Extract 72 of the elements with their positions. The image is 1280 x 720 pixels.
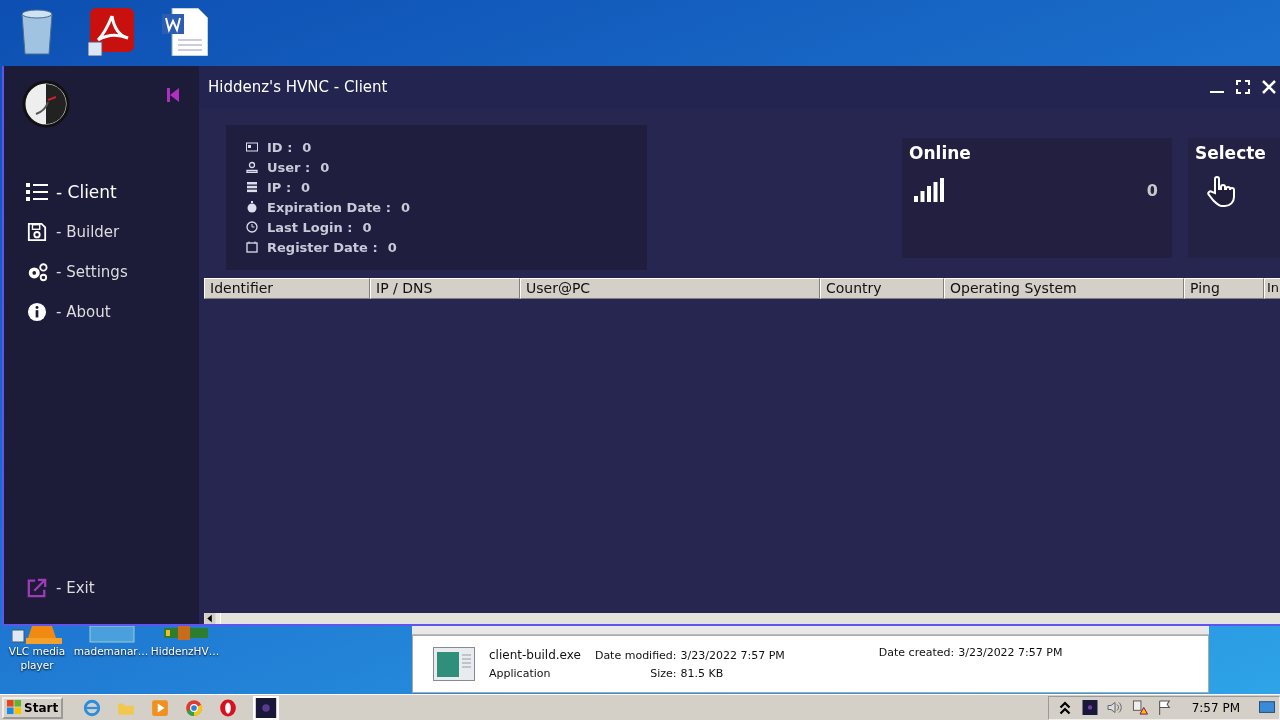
info-label: IP :: [267, 179, 292, 195]
info-value: 0: [362, 219, 372, 235]
desktop-icon-label[interactable]: HiddenzHV…: [150, 644, 220, 658]
sidebar-item[interactable]: - About: [4, 292, 199, 332]
info-icon: [26, 302, 48, 322]
column-header[interactable]: Identifier: [204, 278, 370, 299]
info-value: 0: [387, 239, 397, 255]
app-window-icon[interactable]: [253, 695, 280, 720]
clock[interactable]: 7:57 PM: [1191, 700, 1240, 715]
signal-bars-icon: [914, 178, 944, 202]
detail-value: 3/23/2022 7:57 PM: [680, 648, 785, 662]
start-button[interactable]: Start: [2, 696, 64, 719]
clock-icon: [246, 221, 258, 233]
column-header[interactable]: User@PC: [520, 278, 820, 299]
column-header[interactable]: Ping: [1184, 278, 1264, 299]
sidebar-item[interactable]: - Settings: [4, 252, 199, 292]
info-label: Expiration Date :: [267, 199, 391, 215]
info-label: User :: [267, 159, 311, 175]
info-label: Register Date :: [267, 239, 378, 255]
list-icon: [26, 182, 48, 202]
speaker-icon[interactable]: [1106, 700, 1123, 715]
detail-label: Size:: [649, 666, 677, 680]
card-title: Selecte: [1195, 143, 1267, 163]
chrome-icon[interactable]: [185, 698, 204, 717]
info-value: 0: [320, 159, 330, 175]
id-card-icon: [246, 141, 258, 153]
windows-logo-icon: [7, 700, 22, 715]
sidebar-item[interactable]: - Client: [4, 172, 199, 212]
card-title: Online: [909, 143, 972, 163]
flag-icon[interactable]: [1156, 700, 1173, 715]
info-label: ID :: [267, 139, 293, 155]
info-value: 0: [400, 199, 410, 215]
calendar-icon: [246, 241, 258, 253]
maximize-icon[interactable]: [1236, 80, 1250, 94]
user-icon: [246, 161, 258, 173]
detail-label: Date created:: [878, 646, 955, 659]
info-label: Last Login :: [267, 219, 353, 235]
column-header[interactable]: IP / DNS: [370, 278, 520, 299]
network-warning-icon[interactable]: [1131, 700, 1148, 715]
info-value: 0: [301, 179, 311, 195]
application-icon: [433, 647, 475, 681]
file-name: client-build.exe: [489, 648, 581, 662]
logo-icon: [22, 80, 70, 128]
scroll-left-icon[interactable]: [204, 613, 216, 624]
horizontal-scrollbar[interactable]: [204, 613, 1280, 624]
stopwatch-icon: [246, 201, 258, 213]
server-icon: [246, 181, 258, 193]
online-count: 0: [1146, 180, 1158, 200]
close-icon[interactable]: [1262, 80, 1276, 94]
sidebar-item[interactable]: - Builder: [4, 212, 199, 252]
detail-value: 81.5 KB: [680, 666, 725, 680]
pdf-icon[interactable]: [88, 8, 134, 56]
column-header[interactable]: Operating System: [944, 278, 1184, 299]
show-desktop-icon[interactable]: [1259, 700, 1275, 715]
file-type: Application: [489, 667, 552, 680]
opera-icon[interactable]: [219, 698, 238, 717]
desktop-icon-label[interactable]: mademanar…: [73, 644, 149, 658]
document-icon[interactable]: [162, 8, 208, 56]
hand-pointer-icon: [1207, 175, 1235, 207]
collapse-icon[interactable]: [167, 88, 179, 102]
traffic-cone-icon[interactable]: [12, 626, 62, 644]
gears-icon: [26, 262, 48, 282]
column-header[interactable]: In: [1264, 278, 1280, 299]
desktop-icon-label[interactable]: VLC media player: [4, 644, 70, 672]
external-link-icon: [26, 578, 48, 598]
exit-button[interactable]: - Exit: [4, 568, 199, 608]
detail-value: 3/23/2022 7:57 PM: [958, 646, 1063, 659]
column-header[interactable]: Country: [820, 278, 944, 299]
detail-label: Date modified:: [594, 648, 677, 662]
info-value: 0: [302, 139, 312, 155]
app-tray-icon[interactable]: [1081, 700, 1098, 715]
window-title: Hiddenz's HVNC - Client: [208, 78, 388, 96]
